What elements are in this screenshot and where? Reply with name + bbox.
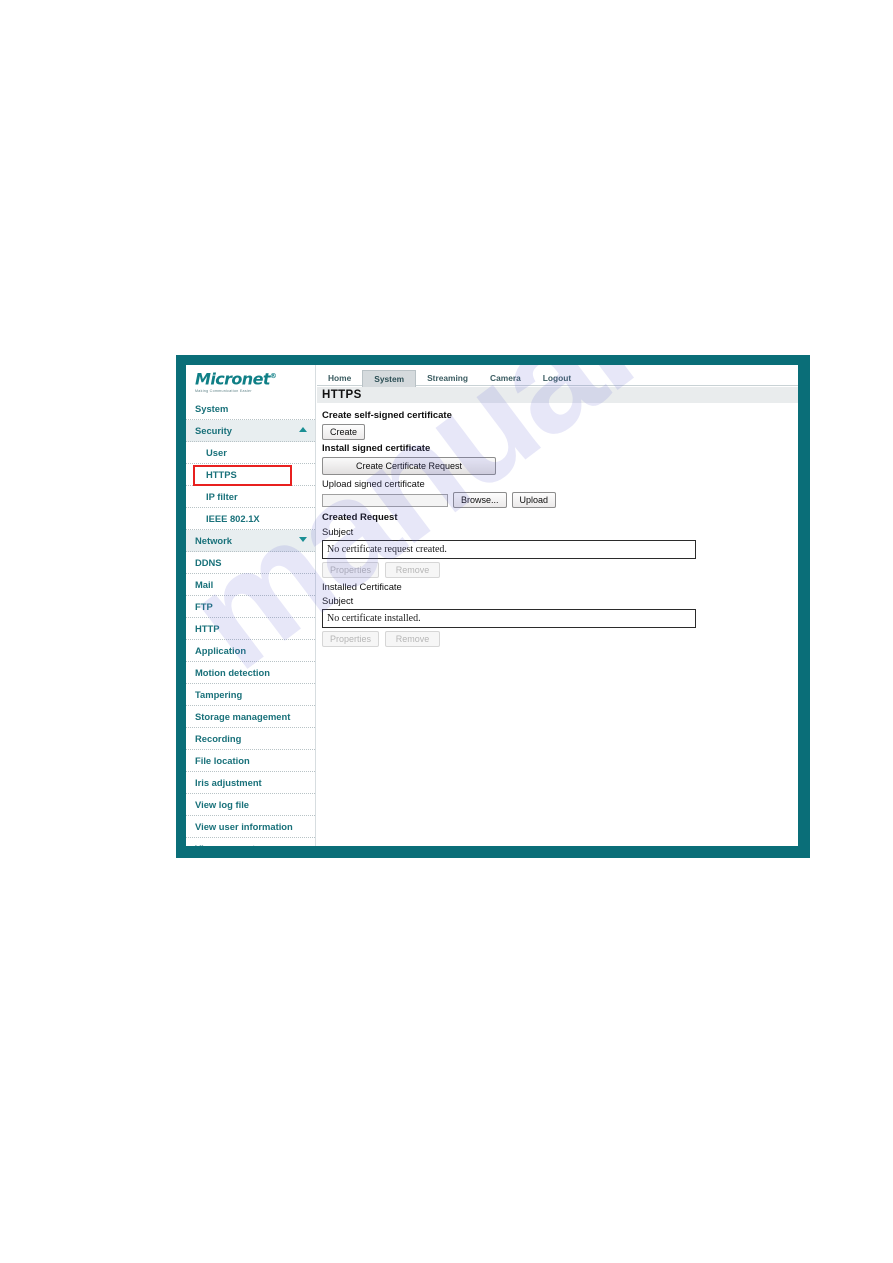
brand-name-text: Micronet	[195, 369, 270, 389]
sidebar-item-https[interactable]: HTTPS	[186, 464, 315, 486]
tab-label: Camera	[490, 373, 521, 383]
tab-camera[interactable]: Camera	[479, 370, 532, 386]
page-title-bar: HTTPS	[317, 387, 798, 403]
sidebar-item-label: Motion detection	[195, 667, 270, 678]
created-request-subject-label: Subject	[322, 526, 354, 537]
trademark-icon: ®	[269, 372, 277, 380]
sidebar-item-label: Security	[195, 425, 232, 436]
sidebar-item-label: Mail	[195, 579, 214, 590]
sidebar-item-label: DDNS	[195, 557, 222, 568]
sidebar-item-label: File location	[195, 755, 250, 766]
sidebar-item-label: FTP	[195, 601, 213, 612]
sidebar-item-system[interactable]: System	[186, 398, 315, 420]
sidebar-item-label: Iris adjustment	[195, 777, 262, 788]
sidebar-item-motion-detection[interactable]: Motion detection	[186, 662, 315, 684]
brand-tagline: Making Communication Easier	[195, 389, 252, 394]
tab-system[interactable]: System	[362, 370, 417, 387]
up-triangle-icon	[299, 427, 307, 432]
top-tabbar: Home System Streaming Camera Logout	[317, 365, 798, 387]
sidebar-item-ftp[interactable]: FTP	[186, 596, 315, 618]
sidebar-item-http[interactable]: HTTP	[186, 618, 315, 640]
https-settings-content: Create self-signed certificate Create In…	[317, 403, 798, 647]
sidebar-item-storage-management[interactable]: Storage management	[186, 706, 315, 728]
device-web-ui: Micronet® Making Communication Easier Sy…	[186, 365, 798, 846]
created-request-properties-button[interactable]: Properties	[322, 562, 380, 578]
installed-certificate-actions: Properties Remove	[322, 631, 798, 647]
brand-logo: Micronet® Making Communication Easier	[186, 365, 315, 398]
browse-button[interactable]: Browse...	[453, 492, 507, 508]
sidebar-nav: System Security User HTTPS IP filter IEE…	[186, 398, 315, 846]
tab-label: Logout	[542, 373, 572, 383]
sidebar-item-view-user-information[interactable]: View user information	[186, 816, 315, 838]
app-layout: Micronet® Making Communication Easier Sy…	[186, 365, 798, 846]
installed-certificate-subject-value: No certificate installed.	[322, 609, 696, 628]
brand-name: Micronet®	[195, 368, 315, 387]
sidebar-item-ieee-8021x[interactable]: IEEE 802.1X	[186, 508, 315, 530]
sidebar-item-application[interactable]: Application	[186, 640, 315, 662]
sidebar-item-label: User	[206, 447, 227, 458]
down-triangle-icon	[299, 537, 307, 542]
sidebar-item-label: View parameters	[195, 843, 269, 846]
sidebar-item-label: View log file	[195, 799, 250, 810]
installed-certificate-label: Installed Certificate	[322, 581, 402, 592]
sidebar-item-tampering[interactable]: Tampering	[186, 684, 315, 706]
sidebar-item-ip-filter[interactable]: IP filter	[186, 486, 315, 508]
upload-button[interactable]: Upload	[511, 492, 557, 508]
sidebar-item-view-parameters[interactable]: View parameters	[186, 838, 315, 846]
sidebar-item-network[interactable]: Network	[186, 530, 315, 552]
sidebar-item-file-location[interactable]: File location	[186, 750, 315, 772]
sidebar: Micronet® Making Communication Easier Sy…	[186, 365, 316, 846]
sidebar-item-view-log-file[interactable]: View log file	[186, 794, 315, 816]
tab-label: Home	[328, 373, 352, 383]
device-web-ui-frame: Micronet® Making Communication Easier Sy…	[176, 355, 810, 858]
install-signed-certificate-label: Install signed certificate	[322, 443, 431, 454]
tab-streaming[interactable]: Streaming	[416, 370, 479, 386]
created-request-actions: Properties Remove	[322, 562, 798, 578]
sidebar-item-label: Tampering	[195, 689, 243, 700]
create-self-signed-certificate-label: Create self-signed certificate	[322, 410, 452, 421]
sidebar-item-security[interactable]: Security	[186, 420, 315, 442]
tab-home[interactable]: Home	[317, 370, 362, 386]
upload-row: Browse... Upload	[322, 492, 798, 508]
sidebar-item-iris-adjustment[interactable]: Iris adjustment	[186, 772, 315, 794]
sidebar-item-label: Storage management	[195, 711, 291, 722]
tab-logout[interactable]: Logout	[532, 370, 582, 386]
tab-label: Streaming	[427, 373, 469, 383]
sidebar-item-label: View user information	[195, 821, 293, 832]
sidebar-item-label: Application	[195, 645, 247, 656]
created-request-label: Created Request	[322, 512, 398, 523]
sidebar-item-label: System	[195, 403, 229, 414]
created-request-remove-button[interactable]: Remove	[385, 562, 441, 578]
tab-label: System	[374, 374, 405, 384]
sidebar-item-ddns[interactable]: DDNS	[186, 552, 315, 574]
certificate-file-input[interactable]	[322, 493, 448, 507]
create-button[interactable]: Create	[322, 424, 366, 440]
sidebar-item-label: HTTPS	[206, 469, 237, 480]
sidebar-item-label: Network	[195, 535, 232, 546]
create-certificate-request-button[interactable]: Create Certificate Request	[322, 457, 496, 475]
installed-certificate-remove-button[interactable]: Remove	[385, 631, 441, 647]
sidebar-item-label: Recording	[195, 733, 242, 744]
sidebar-item-user[interactable]: User	[186, 442, 315, 464]
page-title: HTTPS	[322, 389, 362, 401]
main-panel: Home System Streaming Camera Logout HTTP…	[317, 365, 798, 846]
created-request-subject-value: No certificate request created.	[322, 540, 696, 559]
sidebar-item-mail[interactable]: Mail	[186, 574, 315, 596]
sidebar-item-label: IEEE 802.1X	[206, 513, 260, 524]
installed-certificate-subject-label: Subject	[322, 595, 354, 606]
sidebar-item-label: HTTP	[195, 623, 220, 634]
sidebar-item-label: IP filter	[206, 491, 238, 502]
installed-certificate-properties-button[interactable]: Properties	[322, 631, 380, 647]
upload-signed-certificate-label: Upload signed certificate	[322, 478, 425, 489]
sidebar-item-recording[interactable]: Recording	[186, 728, 315, 750]
